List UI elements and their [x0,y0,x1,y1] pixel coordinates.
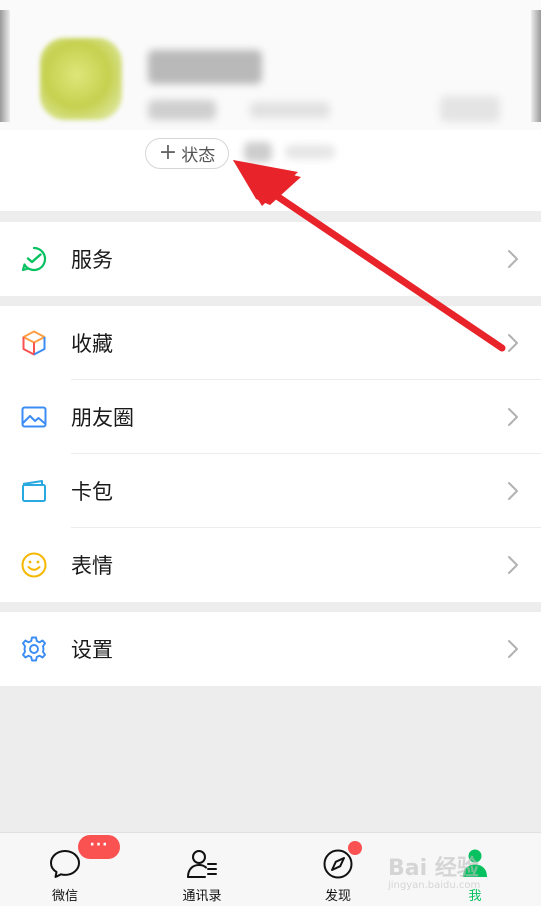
menu-item-stickers[interactable]: 表情 [0,528,541,602]
menu-group-main: 收藏 朋友圈 卡包 表情 [0,306,541,602]
chevron-right-icon [508,250,518,268]
moments-image-icon [21,406,47,428]
menu-label-settings: 设置 [71,638,113,662]
tab-contacts[interactable]: 通讯录 [147,833,257,906]
plus-icon: + [158,139,178,165]
contacts-icon [187,850,217,878]
tab-label-chats: 微信 [51,889,78,904]
chevron-right-icon [508,408,518,426]
tab-label-me: 我 [468,889,482,904]
blur-edge-left [0,10,10,122]
me-person-icon [463,849,487,877]
status-label: 状态 [181,146,216,166]
profile-header[interactable]: + 状态 [0,0,541,211]
menu-item-settings[interactable]: 设置 [0,612,541,686]
blurred-nickname [148,50,262,84]
chevron-right-icon [508,556,518,574]
blurred-wechat-id [250,102,330,118]
avatar[interactable] [40,38,122,120]
blurred-wechat-id-label [148,100,216,120]
tab-label-contacts: 通讯录 [182,889,222,904]
blurred-friend-status-icon [244,142,272,162]
menu-item-cards[interactable]: 卡包 [0,454,541,528]
tab-me[interactable]: 我 [420,833,530,906]
menu-item-services[interactable]: 服务 [0,222,541,296]
menu-group-settings: 设置 [0,612,541,686]
menu-label-services: 服务 [71,248,113,272]
menu-group-services: 服务 [0,222,541,296]
blurred-friend-status-text [285,145,335,159]
chat-bubble-icon [50,850,80,878]
add-status-button[interactable]: + 状态 [145,138,229,169]
chevron-right-icon [508,482,518,500]
unread-badge: ··· [78,835,120,859]
menu-label-moments: 朋友圈 [71,406,134,430]
menu-label-stickers: 表情 [71,554,113,578]
menu-label-cards: 卡包 [71,480,113,504]
gear-icon [22,636,46,662]
favorites-cube-icon [22,330,46,356]
services-icon [21,246,47,272]
card-wallet-icon [22,480,46,502]
blurred-qr-code[interactable] [440,96,500,122]
tab-discover[interactable]: 发现 [283,833,393,906]
chevron-right-icon [508,334,518,352]
menu-item-moments[interactable]: 朋友圈 [0,380,541,454]
tab-label-discover: 发现 [324,889,351,904]
blurred-profile-info [0,0,541,130]
menu-item-favorites[interactable]: 收藏 [0,306,541,380]
menu-label-favorites: 收藏 [71,332,113,356]
chevron-right-icon [508,640,518,658]
smiley-icon [21,552,47,578]
discover-red-dot [348,841,362,855]
blur-edge-right [531,10,541,122]
